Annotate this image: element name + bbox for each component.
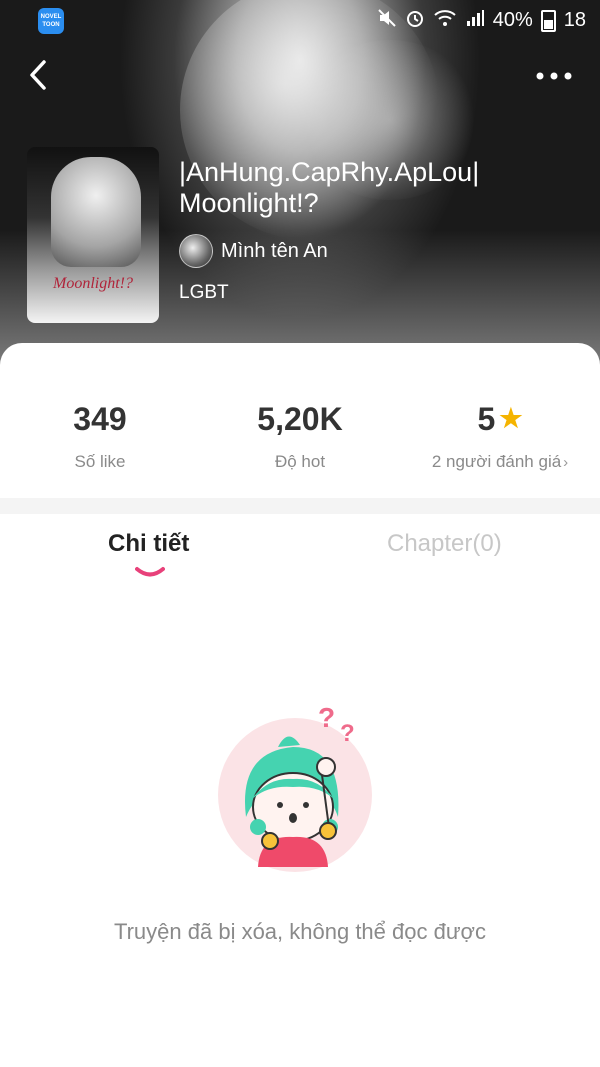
confused-girl-illustration: ? ? — [218, 702, 378, 877]
author-name: Mình tên An — [221, 239, 328, 262]
svg-text:?: ? — [340, 720, 355, 747]
alarm-icon — [405, 8, 425, 33]
app-notification-icon: NOVEL TOON — [38, 8, 64, 34]
book-title: |AnHung.CapRhy.ApLou| Moonlight!? — [179, 157, 480, 218]
detail-sheet: 349 Số like 5,20K Độ hot 5 ★ 2 người đánh… — [0, 343, 600, 1067]
svg-text:?: ? — [318, 707, 335, 733]
likes-label: Số like — [74, 452, 126, 471]
signal-icon — [465, 8, 485, 33]
hot-value: 5,20K — [257, 401, 343, 437]
tab-details[interactable]: Chi tiết — [108, 530, 189, 558]
more-dots-icon — [536, 72, 572, 80]
battery-icon — [540, 9, 556, 32]
author-link[interactable]: Mình tên An — [179, 234, 328, 268]
chevron-right-icon: › — [563, 454, 569, 471]
likes-stat: 349 Số like — [40, 401, 160, 472]
likes-value: 349 — [73, 401, 127, 437]
clock: 18 — [563, 9, 586, 31]
rating-value: 5 — [477, 401, 496, 437]
rating-stat[interactable]: 5 ★ 2 người đánh giá › — [410, 401, 590, 472]
cover-title-text: Moonlight!? — [53, 275, 133, 292]
hot-label: Độ hot — [274, 452, 326, 471]
star-icon: ★ — [499, 403, 523, 433]
author-avatar — [179, 234, 213, 268]
chevron-left-icon — [30, 60, 46, 90]
hot-stat: 5,20K Độ hot — [240, 401, 360, 472]
more-options-button[interactable] — [534, 64, 574, 88]
active-tab-indicator — [135, 567, 165, 577]
genre-tag[interactable]: LGBT — [179, 282, 229, 304]
tab-bar: Chi tiết Chapter(0) — [0, 514, 600, 584]
back-button[interactable] — [22, 58, 56, 92]
book-cover: Moonlight!? — [27, 147, 159, 323]
tab-chapters[interactable]: Chapter(0) — [387, 530, 502, 558]
mute-icon — [377, 8, 397, 33]
empty-state-message: Truyện đã bị xóa, không thể đọc được — [113, 919, 486, 944]
stats-row: 349 Số like 5,20K Độ hot 5 ★ 2 người đánh… — [0, 343, 600, 498]
battery-percent: 40% — [492, 9, 533, 31]
rating-label: 2 người đánh giá — [431, 452, 562, 471]
wifi-icon — [433, 8, 457, 33]
section-divider — [0, 498, 600, 514]
status-bar: NOVEL TOON 40% 18 — [0, 0, 600, 40]
